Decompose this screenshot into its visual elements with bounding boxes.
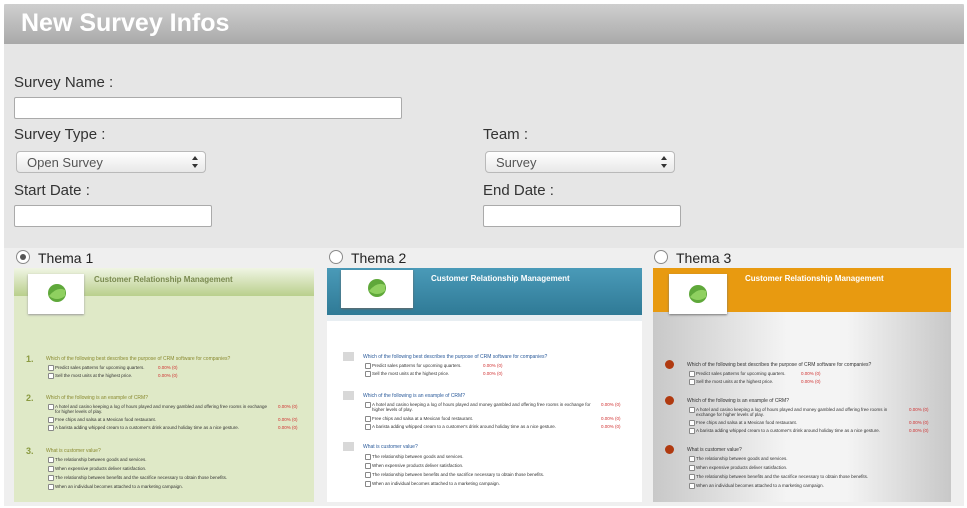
- theme-3-title: Customer Relationship Management: [745, 274, 884, 283]
- question-text: Which of the following best describes th…: [46, 356, 231, 362]
- answer-percent: 0.00% (0): [601, 416, 621, 421]
- answer-option: A hotel and casino keeping a log of hour…: [689, 407, 899, 417]
- select-arrows-icon: [192, 156, 198, 168]
- survey-type-select[interactable]: Open Survey: [16, 151, 206, 173]
- start-date-label: Start Date :: [14, 182, 90, 199]
- answer-percent: 0.00% (0): [601, 402, 621, 407]
- question-number: [665, 396, 674, 405]
- question-number: [343, 352, 354, 361]
- logo-icon: [48, 284, 66, 302]
- theme-3-radio[interactable]: [654, 250, 668, 264]
- question-text: What is customer value?: [687, 447, 742, 453]
- theme-2-label[interactable]: Thema 2: [351, 250, 406, 266]
- answer-option: When expensive products deliver satisfac…: [365, 463, 463, 469]
- answer-option: A barista adding whipped cream to a cust…: [365, 424, 556, 430]
- answer-percent: 0.00% (0): [909, 428, 929, 433]
- theme-2-preview[interactable]: Customer Relationship Management Which o…: [327, 268, 642, 502]
- question-number: [665, 360, 674, 369]
- answer-option: The relationship between goods and servi…: [689, 456, 788, 462]
- question-text: Which of the following best describes th…: [363, 354, 548, 360]
- logo-icon: [689, 285, 707, 303]
- question-text: Which of the following is an example of …: [687, 398, 789, 404]
- theme-1-title: Customer Relationship Management: [94, 275, 233, 284]
- answer-option: The relationship between benefits and th…: [48, 475, 227, 481]
- question-text: What is customer value?: [46, 448, 101, 454]
- answer-option: Free chips and salsa at a Mexican food r…: [365, 416, 473, 422]
- panel-header: New Survey Infos: [4, 4, 964, 44]
- answer-option: When expensive products deliver satisfac…: [689, 465, 787, 471]
- question-text: What is customer value?: [363, 444, 418, 450]
- answer-option: When expensive products deliver satisfac…: [48, 466, 146, 472]
- survey-type-value: Open Survey: [27, 155, 103, 170]
- answer-option: When an individual becomes attached to a…: [689, 483, 824, 489]
- answer-percent: 0.00% (0): [158, 365, 178, 370]
- answer-option: The relationship between goods and servi…: [365, 454, 464, 460]
- answer-percent: 0.00% (0): [601, 424, 621, 429]
- question-number: [343, 442, 354, 451]
- question-number: 1.: [26, 354, 34, 364]
- answer-option: Predict sales patterns for upcoming quar…: [365, 363, 462, 369]
- answer-option: Predict sales patterns for upcoming quar…: [48, 365, 145, 371]
- select-arrows-icon: [661, 156, 667, 168]
- survey-name-input[interactable]: [14, 97, 402, 119]
- team-select[interactable]: Survey: [485, 151, 675, 173]
- theme-2-logo: [341, 270, 413, 308]
- theme-2-radio[interactable]: [329, 250, 343, 264]
- theme-1-preview[interactable]: Customer Relationship Management 1. Whic…: [14, 268, 314, 502]
- answer-option: Sell the most units at the highest price…: [689, 379, 773, 385]
- answer-option: The relationship between goods and servi…: [48, 457, 147, 463]
- theme-3-logo: [669, 274, 727, 314]
- answer-percent: 0.00% (0): [801, 371, 821, 376]
- theme-1-radio[interactable]: [16, 250, 30, 264]
- question-text: Which of the following is an example of …: [46, 395, 148, 401]
- theme-2-title: Customer Relationship Management: [431, 274, 570, 283]
- question-text: Which of the following is an example of …: [363, 393, 465, 399]
- team-value: Survey: [496, 155, 537, 170]
- answer-option: A hotel and casino keeping a log of hour…: [48, 404, 268, 414]
- answer-option: The relationship between benefits and th…: [689, 474, 868, 480]
- answer-percent: 0.00% (0): [801, 379, 821, 384]
- theme-1-logo: [28, 274, 84, 314]
- answer-option: A barista adding whipped cream to a cust…: [48, 425, 239, 431]
- answer-option: Free chips and salsa at a Mexican food r…: [48, 417, 156, 423]
- answer-percent: 0.00% (0): [909, 420, 929, 425]
- answer-option: A barista adding whipped cream to a cust…: [689, 428, 880, 434]
- answer-percent: 0.00% (0): [483, 371, 503, 376]
- theme-3-label[interactable]: Thema 3: [676, 250, 731, 266]
- logo-icon: [368, 279, 386, 297]
- end-date-input[interactable]: [483, 205, 681, 227]
- answer-option: The relationship between benefits and th…: [365, 472, 544, 478]
- answer-percent: 0.00% (0): [278, 425, 298, 430]
- answer-option: When an individual becomes attached to a…: [365, 481, 500, 487]
- theme-1-label[interactable]: Thema 1: [38, 250, 93, 266]
- end-date-label: End Date :: [483, 182, 554, 199]
- panel-title: New Survey Infos: [21, 9, 230, 37]
- answer-option: Free chips and salsa at a Mexican food r…: [689, 420, 797, 426]
- answer-option: Predict sales patterns for upcoming quar…: [689, 371, 786, 377]
- survey-type-label: Survey Type :: [14, 126, 106, 143]
- answer-percent: 0.00% (0): [483, 363, 503, 368]
- question-number: [665, 445, 674, 454]
- answer-percent: 0.00% (0): [278, 404, 298, 409]
- answer-option: Sell the most units at the highest price…: [365, 371, 449, 377]
- answer-option: Sell the most units at the highest price…: [48, 373, 132, 379]
- question-number: [343, 391, 354, 400]
- survey-name-label: Survey Name :: [14, 74, 114, 91]
- answer-percent: 0.00% (0): [909, 407, 929, 412]
- answer-percent: 0.00% (0): [158, 373, 178, 378]
- question-number: 2.: [26, 393, 34, 403]
- answer-percent: 0.00% (0): [278, 417, 298, 422]
- question-number: 3.: [26, 446, 34, 456]
- start-date-input[interactable]: [14, 205, 212, 227]
- question-text: Which of the following best describes th…: [687, 362, 872, 368]
- theme-3-preview[interactable]: Customer Relationship Management Which o…: [653, 268, 951, 502]
- answer-option: A hotel and casino keeping a log of hour…: [365, 402, 595, 412]
- team-label: Team :: [483, 126, 529, 143]
- answer-option: When an individual becomes attached to a…: [48, 484, 183, 490]
